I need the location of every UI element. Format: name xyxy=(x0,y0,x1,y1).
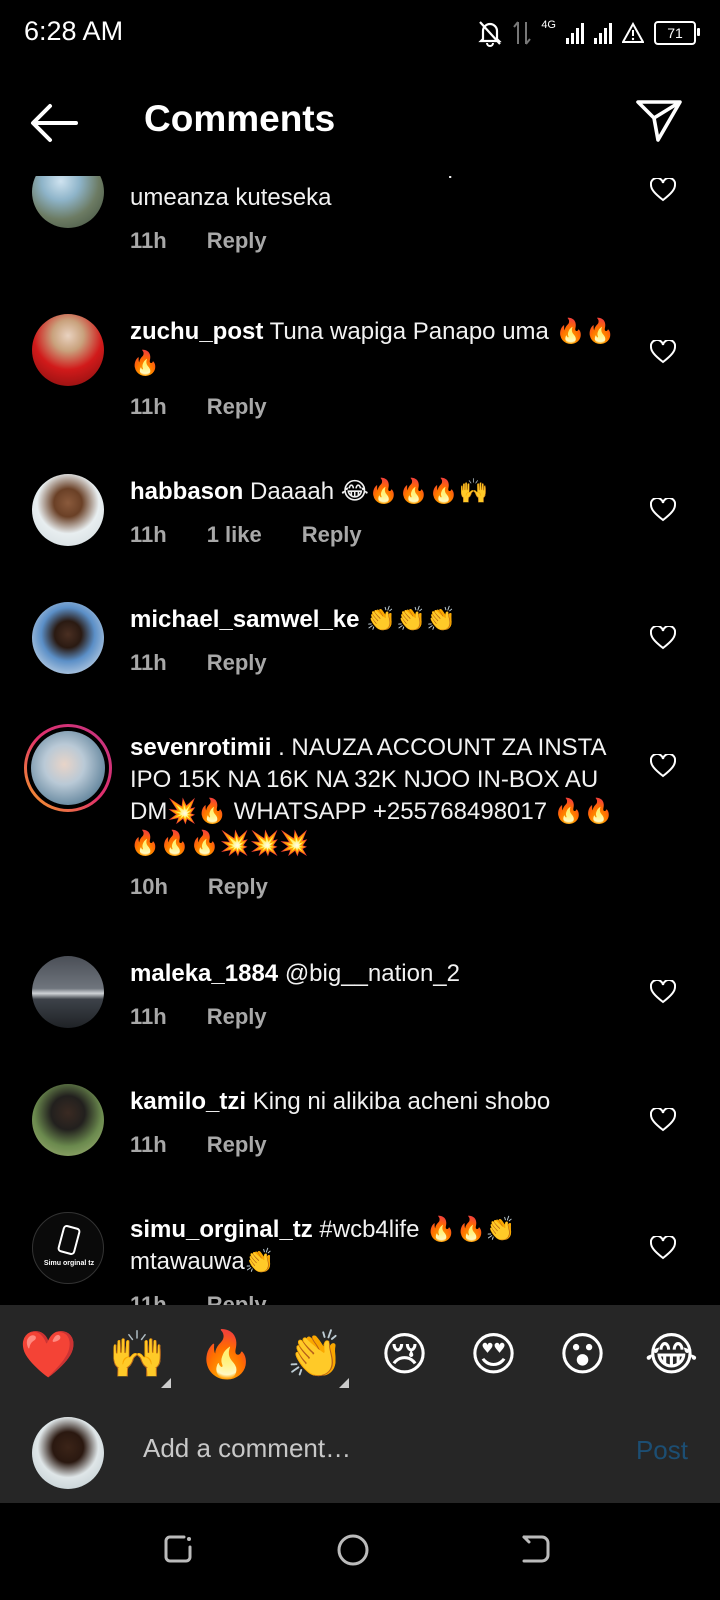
comment-meta: 11h Reply xyxy=(130,1004,267,1030)
reply-button[interactable]: Reply xyxy=(207,394,267,420)
emoji-clap-button[interactable]: 👏 xyxy=(281,1326,351,1388)
heart-icon[interactable] xyxy=(650,1108,676,1132)
reply-button[interactable]: Reply xyxy=(302,522,362,548)
reply-button[interactable]: Reply xyxy=(207,228,267,254)
comment-meta: 10h Reply xyxy=(130,874,268,900)
avatar[interactable] xyxy=(32,602,104,674)
reply-button[interactable]: Reply xyxy=(208,874,268,900)
comment-time: 11h xyxy=(130,394,167,419)
emoji-heart-button[interactable]: ❤️ xyxy=(14,1327,84,1382)
comment-body: @big__nation_2 xyxy=(284,960,460,987)
heart-icon[interactable] xyxy=(650,498,676,522)
comment-time: 11h xyxy=(130,1132,167,1157)
reply-button[interactable]: Reply xyxy=(207,1132,267,1158)
emoji-quick-bar: ❤️ 🙌 🔥 👏 😢 😍 😮 😂 xyxy=(0,1305,720,1403)
comment-text: sevenrotimii . NAUZA ACCOUNT ZA INSTA IP… xyxy=(130,732,630,860)
battery-icon: 71 xyxy=(654,21,700,45)
heart-icon[interactable] xyxy=(650,626,676,650)
comment-list[interactable]: lakte_lakse kwani ulitumwa uposti au ndi… xyxy=(0,160,720,1305)
comment-time: 11h xyxy=(130,1004,167,1029)
comment-text: habbason Daaaah 😂🔥🔥🔥🙌 xyxy=(130,476,630,508)
phone-logo-icon: Simu orginal tz xyxy=(44,1225,95,1267)
comment-time: 10h xyxy=(130,874,168,899)
status-icons: 4G 71 xyxy=(477,18,700,48)
heart-icon[interactable] xyxy=(650,754,676,778)
comment-text: zuchu_post Tuna wapiga Panapo uma 🔥🔥🔥 xyxy=(130,316,630,380)
back-nav-icon[interactable] xyxy=(520,1533,552,1565)
data-arrows-icon xyxy=(513,21,532,45)
emoji-surprised-button[interactable]: 😮 xyxy=(548,1327,618,1381)
reply-button[interactable]: Reply xyxy=(207,650,267,676)
comment-input[interactable]: Add a comment… xyxy=(143,1433,351,1464)
avatar[interactable]: Simu orginal tz xyxy=(32,1212,104,1284)
page-title: Comments xyxy=(144,98,336,139)
comment-meta: 11h Reply xyxy=(130,228,267,254)
comments-header: Comments xyxy=(0,66,720,176)
skin-tone-indicator-icon xyxy=(338,1377,349,1388)
comment-text: michael_samwel_ke 👏👏👏 xyxy=(130,604,630,636)
system-nav-bar xyxy=(0,1503,720,1600)
battery-level: 71 xyxy=(667,25,683,41)
skin-tone-indicator-icon xyxy=(160,1377,171,1388)
home-icon[interactable] xyxy=(336,1533,370,1567)
comment-composer: Add a comment… Post xyxy=(0,1403,720,1503)
comment-username[interactable]: kamilo_tzi xyxy=(130,1088,246,1115)
emoji-glyph: 👏 xyxy=(286,1326,345,1381)
heart-icon[interactable] xyxy=(650,340,676,364)
comment-text: maleka_1884 @big__nation_2 xyxy=(130,958,630,990)
comment-body: King ni alikiba acheni shobo xyxy=(252,1088,551,1115)
alert-triangle-icon xyxy=(622,22,644,43)
avatar[interactable] xyxy=(32,1084,104,1156)
paper-plane-icon[interactable] xyxy=(634,96,684,146)
post-button[interactable]: Post xyxy=(636,1435,688,1466)
emoji-cry-button[interactable]: 😢 xyxy=(370,1327,440,1381)
comment-text: simu_orginal_tz #wcb4life 🔥🔥👏 mtawauwa👏 xyxy=(130,1214,630,1278)
arrow-left-icon[interactable] xyxy=(28,100,80,146)
emoji-heart-eyes-button[interactable]: 😍 xyxy=(459,1327,529,1381)
emoji-raised-hands-button[interactable]: 🙌 xyxy=(103,1326,173,1388)
avatar-logo-text: Simu orginal tz xyxy=(44,1260,95,1267)
status-time: 6:28 AM xyxy=(24,16,124,46)
emoji-glyph: 🙌 xyxy=(108,1326,167,1381)
signal-icon xyxy=(594,22,612,44)
emoji-laugh-button[interactable]: 😂 xyxy=(637,1327,707,1381)
like-count[interactable]: 1 like xyxy=(207,522,262,548)
emoji-fire-button[interactable]: 🔥 xyxy=(192,1327,262,1382)
comment-username[interactable]: zuchu_post xyxy=(130,318,263,345)
status-bar: 6:28 AM 4G 71 xyxy=(0,0,720,66)
comment-meta: 11h Reply xyxy=(130,650,267,676)
comment-meta: 11h Reply xyxy=(130,1132,267,1158)
heart-icon[interactable] xyxy=(650,1236,676,1260)
comment-username[interactable]: maleka_1884 xyxy=(130,960,278,987)
comment-username[interactable]: simu_orginal_tz xyxy=(130,1216,313,1243)
comment-time: 11h xyxy=(130,228,167,253)
avatar[interactable] xyxy=(32,314,104,386)
comment-username[interactable]: michael_samwel_ke xyxy=(130,606,360,633)
comment-username[interactable]: sevenrotimii xyxy=(130,734,271,761)
current-user-avatar xyxy=(32,1417,104,1489)
comment-username[interactable]: habbason xyxy=(130,478,243,505)
comment-time: 11h xyxy=(130,650,167,675)
comment-meta: 11h Reply xyxy=(130,394,267,420)
recents-icon[interactable] xyxy=(162,1533,194,1565)
heart-icon[interactable] xyxy=(650,980,676,1004)
reply-button[interactable]: Reply xyxy=(207,1004,267,1030)
network-type: 4G xyxy=(541,19,556,31)
reply-button[interactable]: Reply xyxy=(207,1292,267,1305)
signal-icon xyxy=(566,22,584,44)
comment-time: 11h xyxy=(130,1292,167,1305)
mute-bell-icon xyxy=(478,21,502,47)
comment-time: 11h xyxy=(130,522,167,547)
comment-meta: 11h 1 like Reply xyxy=(130,522,362,548)
comment-body: 👏👏👏 xyxy=(366,606,456,633)
comment-text: kamilo_tzi King ni alikiba acheni shobo xyxy=(130,1086,630,1118)
comment-meta: 11h Reply xyxy=(130,1292,267,1305)
story-avatar[interactable] xyxy=(24,724,112,812)
avatar[interactable] xyxy=(32,956,104,1028)
comment-body: Daaaah 😂🔥🔥🔥🙌 xyxy=(250,478,489,505)
heart-icon[interactable] xyxy=(650,178,676,202)
avatar[interactable] xyxy=(32,474,104,546)
